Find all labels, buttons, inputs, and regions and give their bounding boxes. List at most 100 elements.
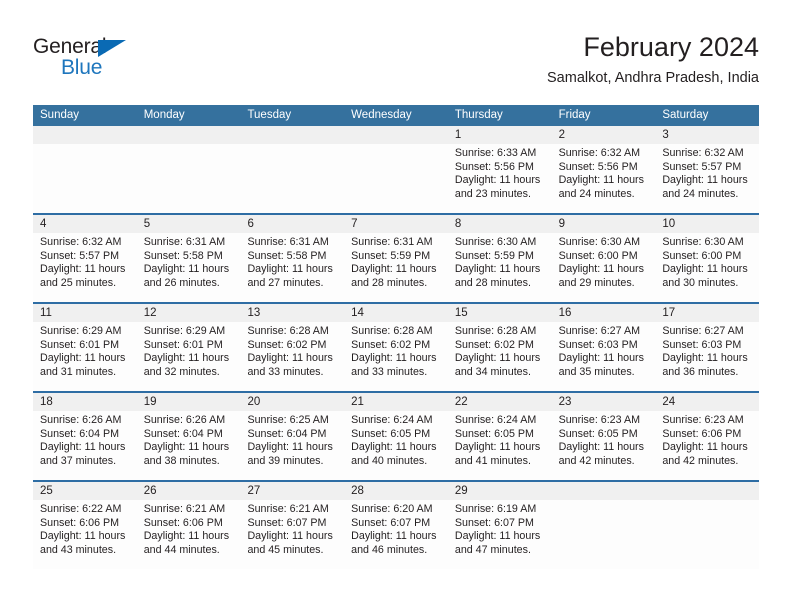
day-number[interactable]: 29 bbox=[448, 482, 552, 500]
day-number[interactable]: 1 bbox=[448, 126, 552, 144]
day-number[interactable]: 3 bbox=[655, 126, 759, 144]
day-number[interactable]: 27 bbox=[240, 482, 344, 500]
week-daynumber-band: 1 2 3 bbox=[33, 126, 759, 144]
day-number[interactable] bbox=[344, 126, 448, 144]
daylight-text: Daylight: 11 hours bbox=[454, 441, 541, 454]
day-number[interactable] bbox=[552, 482, 656, 500]
day-number[interactable]: 28 bbox=[344, 482, 448, 500]
sunrise-text: Sunrise: 6:27 AM bbox=[662, 325, 744, 337]
day-cell[interactable]: Sunrise: 6:32 AM Sunset: 5:57 PM Dayligh… bbox=[33, 233, 137, 302]
day-number[interactable]: 17 bbox=[655, 304, 759, 322]
day-number[interactable] bbox=[240, 126, 344, 144]
day-cell[interactable]: Sunrise: 6:26 AM Sunset: 6:04 PM Dayligh… bbox=[33, 411, 137, 480]
day-number[interactable]: 6 bbox=[240, 215, 344, 233]
week-row: 25 26 27 28 29 Sunrise: 6:22 AM Sunset: … bbox=[33, 480, 759, 569]
sunrise-text: Sunrise: 6:19 AM bbox=[454, 503, 537, 515]
day-cell[interactable] bbox=[344, 144, 448, 213]
day-cell[interactable]: Sunrise: 6:28 AM Sunset: 6:02 PM Dayligh… bbox=[448, 322, 552, 391]
day-cell[interactable]: Sunrise: 6:19 AM Sunset: 6:07 PM Dayligh… bbox=[448, 500, 552, 569]
day-number[interactable]: 20 bbox=[240, 393, 344, 411]
day-cell[interactable]: Sunrise: 6:29 AM Sunset: 6:01 PM Dayligh… bbox=[137, 322, 241, 391]
day-cell[interactable]: Sunrise: 6:30 AM Sunset: 5:59 PM Dayligh… bbox=[448, 233, 552, 302]
day-number[interactable]: 22 bbox=[448, 393, 552, 411]
day-cell[interactable]: Sunrise: 6:23 AM Sunset: 6:05 PM Dayligh… bbox=[552, 411, 656, 480]
day-number[interactable]: 18 bbox=[33, 393, 137, 411]
day-cell[interactable]: Sunrise: 6:32 AM Sunset: 5:57 PM Dayligh… bbox=[655, 144, 759, 213]
daylight-text-cont: and 40 minutes. bbox=[351, 454, 428, 467]
daylight-text-cont: and 28 minutes. bbox=[351, 276, 428, 289]
day-cell[interactable] bbox=[655, 500, 759, 569]
day-number[interactable]: 16 bbox=[552, 304, 656, 322]
weekday-header-tuesday: Tuesday bbox=[247, 109, 292, 121]
sunset-text: Sunset: 6:06 PM bbox=[662, 427, 742, 440]
weekday-header-row: Sunday Monday Tuesday Wednesday Thursday… bbox=[33, 105, 759, 126]
day-cell[interactable]: Sunrise: 6:24 AM Sunset: 6:05 PM Dayligh… bbox=[344, 411, 448, 480]
daylight-text-cont: and 47 minutes. bbox=[454, 543, 531, 556]
day-cell[interactable]: Sunrise: 6:27 AM Sunset: 6:03 PM Dayligh… bbox=[655, 322, 759, 391]
sunrise-text: Sunrise: 6:23 AM bbox=[662, 414, 744, 426]
day-number[interactable] bbox=[655, 482, 759, 500]
day-number[interactable]: 12 bbox=[137, 304, 241, 322]
sunset-text: Sunset: 6:00 PM bbox=[662, 249, 742, 262]
day-cell[interactable]: Sunrise: 6:26 AM Sunset: 6:04 PM Dayligh… bbox=[137, 411, 241, 480]
day-number[interactable]: 2 bbox=[552, 126, 656, 144]
day-number[interactable] bbox=[33, 126, 137, 144]
daylight-text: Daylight: 11 hours bbox=[558, 263, 644, 276]
day-number[interactable]: 14 bbox=[344, 304, 448, 322]
day-number[interactable]: 7 bbox=[344, 215, 448, 233]
sunset-text: Sunset: 5:57 PM bbox=[662, 160, 742, 173]
sunrise-text: Sunrise: 6:22 AM bbox=[40, 503, 122, 515]
day-cell[interactable]: Sunrise: 6:29 AM Sunset: 6:01 PM Dayligh… bbox=[33, 322, 137, 391]
day-number[interactable]: 26 bbox=[137, 482, 241, 500]
day-cell[interactable]: Sunrise: 6:22 AM Sunset: 6:06 PM Dayligh… bbox=[33, 500, 137, 569]
day-cell[interactable]: Sunrise: 6:25 AM Sunset: 6:04 PM Dayligh… bbox=[240, 411, 344, 480]
week-daynumber-band: 11 12 13 14 15 16 17 bbox=[33, 304, 759, 322]
day-cell[interactable]: Sunrise: 6:23 AM Sunset: 6:06 PM Dayligh… bbox=[655, 411, 759, 480]
weekday-header-saturday: Saturday bbox=[662, 109, 709, 121]
day-cell[interactable]: Sunrise: 6:28 AM Sunset: 6:02 PM Dayligh… bbox=[344, 322, 448, 391]
day-cell[interactable] bbox=[33, 144, 137, 213]
day-cell[interactable] bbox=[137, 144, 241, 213]
daylight-text-cont: and 28 minutes. bbox=[454, 276, 531, 289]
week-row: 11 12 13 14 15 16 17 Sunrise: 6:29 AM Su… bbox=[33, 302, 759, 391]
day-number[interactable]: 24 bbox=[655, 393, 759, 411]
day-number[interactable]: 10 bbox=[655, 215, 759, 233]
day-cell[interactable]: Sunrise: 6:31 AM Sunset: 5:58 PM Dayligh… bbox=[137, 233, 241, 302]
sunrise-text: Sunrise: 6:29 AM bbox=[143, 325, 226, 337]
day-cell[interactable]: Sunrise: 6:32 AM Sunset: 5:56 PM Dayligh… bbox=[552, 144, 656, 213]
sunrise-text: Sunrise: 6:25 AM bbox=[247, 414, 329, 426]
sunset-text: Sunset: 6:01 PM bbox=[40, 338, 120, 351]
sunrise-text: Sunrise: 6:32 AM bbox=[558, 147, 640, 159]
day-cell[interactable] bbox=[552, 500, 656, 569]
day-cell[interactable]: Sunrise: 6:30 AM Sunset: 6:00 PM Dayligh… bbox=[655, 233, 759, 302]
day-number[interactable]: 21 bbox=[344, 393, 448, 411]
day-cell[interactable]: Sunrise: 6:21 AM Sunset: 6:06 PM Dayligh… bbox=[137, 500, 241, 569]
day-cell[interactable]: Sunrise: 6:31 AM Sunset: 5:59 PM Dayligh… bbox=[344, 233, 448, 302]
day-cell[interactable]: Sunrise: 6:31 AM Sunset: 5:58 PM Dayligh… bbox=[240, 233, 344, 302]
day-cell[interactable]: Sunrise: 6:21 AM Sunset: 6:07 PM Dayligh… bbox=[240, 500, 344, 569]
daylight-text: Daylight: 11 hours bbox=[247, 530, 333, 543]
daylight-text: Daylight: 11 hours bbox=[662, 441, 748, 454]
sunset-text: Sunset: 6:04 PM bbox=[40, 427, 120, 440]
day-cell[interactable] bbox=[240, 144, 344, 213]
day-cell[interactable]: Sunrise: 6:20 AM Sunset: 6:07 PM Dayligh… bbox=[344, 500, 448, 569]
day-number[interactable]: 9 bbox=[552, 215, 656, 233]
day-cell[interactable]: Sunrise: 6:30 AM Sunset: 6:00 PM Dayligh… bbox=[552, 233, 656, 302]
day-number[interactable]: 15 bbox=[448, 304, 552, 322]
day-number[interactable]: 5 bbox=[137, 215, 241, 233]
day-cell[interactable]: Sunrise: 6:24 AM Sunset: 6:05 PM Dayligh… bbox=[448, 411, 552, 480]
generalblue-logo[interactable]: General Blue bbox=[33, 35, 183, 87]
day-cell[interactable]: Sunrise: 6:27 AM Sunset: 6:03 PM Dayligh… bbox=[552, 322, 656, 391]
day-number[interactable]: 11 bbox=[33, 304, 137, 322]
day-number[interactable]: 13 bbox=[240, 304, 344, 322]
day-number[interactable]: 4 bbox=[33, 215, 137, 233]
day-number[interactable]: 8 bbox=[448, 215, 552, 233]
daylight-text-cont: and 42 minutes. bbox=[558, 454, 635, 467]
daylight-text-cont: and 23 minutes. bbox=[454, 187, 531, 200]
day-number[interactable] bbox=[137, 126, 241, 144]
day-number[interactable]: 25 bbox=[33, 482, 137, 500]
day-number[interactable]: 19 bbox=[137, 393, 241, 411]
day-cell[interactable]: Sunrise: 6:28 AM Sunset: 6:02 PM Dayligh… bbox=[240, 322, 344, 391]
day-number[interactable]: 23 bbox=[552, 393, 656, 411]
day-cell[interactable]: Sunrise: 6:33 AM Sunset: 5:56 PM Dayligh… bbox=[448, 144, 552, 213]
